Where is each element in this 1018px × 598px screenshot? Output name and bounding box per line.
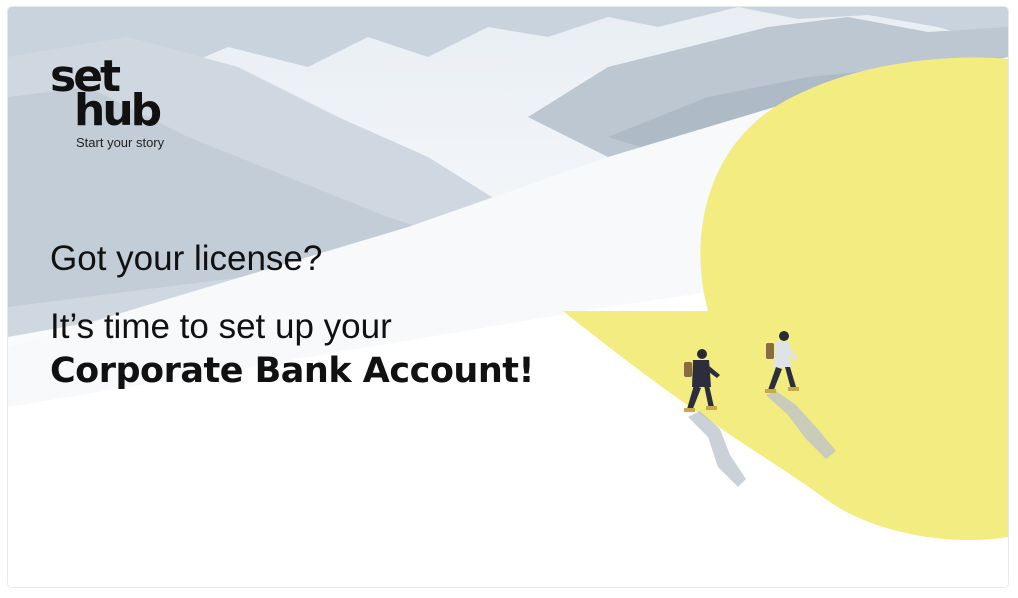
headline: Got your license? — [50, 239, 323, 278]
subheadline-emphasis: Corporate Bank Account! — [50, 351, 534, 391]
logo-tagline: Start your story — [76, 135, 165, 150]
sethub-logo: set hub Start your story — [48, 55, 208, 165]
subheadline: It’s time to set up your — [50, 307, 392, 346]
logo-accent-dot — [158, 105, 180, 127]
logo-word-hub: hub — [74, 85, 162, 136]
promo-banner: set hub Start your story Got your licens… — [8, 7, 1008, 587]
